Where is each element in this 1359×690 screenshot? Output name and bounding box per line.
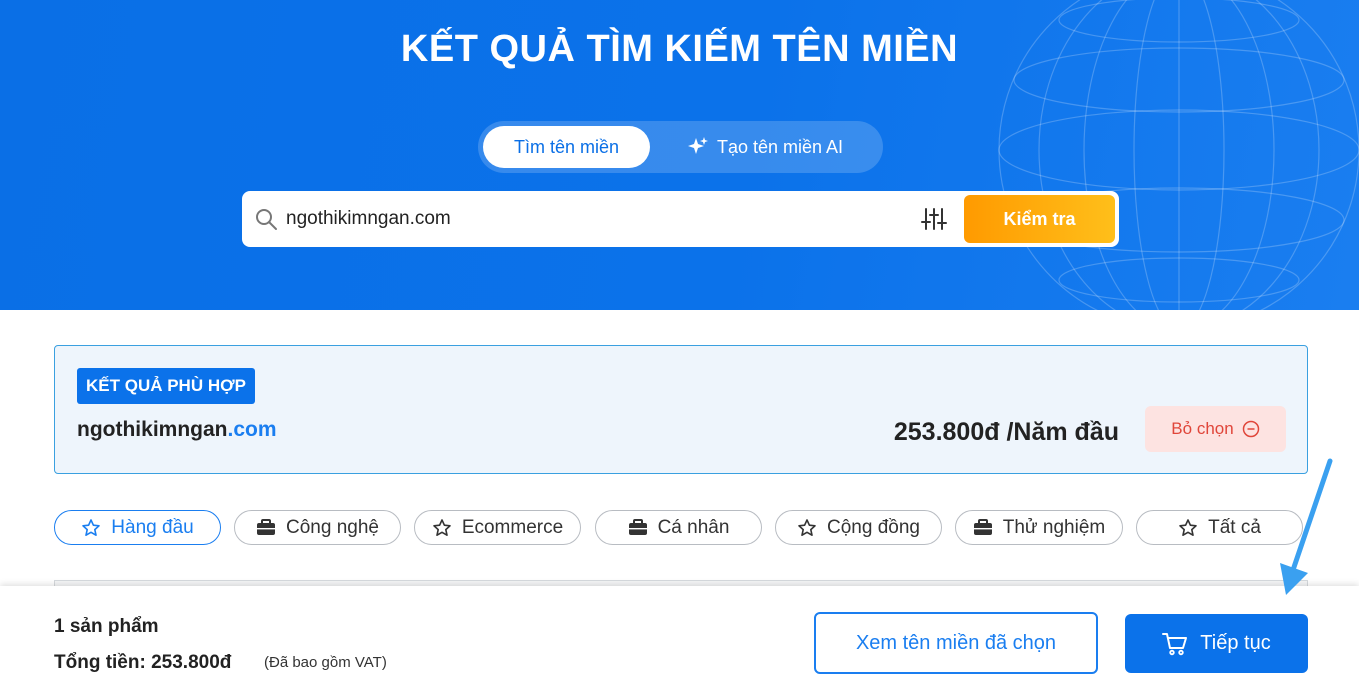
domain-tld: .com <box>227 418 277 441</box>
view-selected-button[interactable]: Xem tên miền đã chọn <box>814 612 1098 674</box>
vat-note: (Đã bao gồm VAT) <box>264 654 387 671</box>
tab-ai-domain[interactable]: Tạo tên miền AI <box>660 126 870 168</box>
category-personal[interactable]: Cá nhân <box>595 510 762 545</box>
cart-count: 1 sản phẩm <box>54 616 159 637</box>
category-label: Ecommerce <box>461 516 564 538</box>
cart-icon <box>1162 632 1188 655</box>
deselect-label: Bỏ chọn <box>1171 419 1234 438</box>
category-label: Cá nhân <box>657 516 730 538</box>
category-technology[interactable]: Công nghệ <box>234 510 401 545</box>
category-experimental[interactable]: Thử nghiệm <box>955 510 1123 545</box>
category-label: Cộng đồng <box>827 516 920 538</box>
cart-total: Tổng tiền: 253.800đ <box>54 652 232 673</box>
category-label: Công nghệ <box>286 516 379 538</box>
search-input[interactable] <box>286 201 906 237</box>
search-bar: Kiểm tra <box>242 191 1119 247</box>
star-icon <box>798 518 816 536</box>
tab-ai-label: Tạo tên miền AI <box>716 136 844 157</box>
briefcase-icon <box>973 518 992 535</box>
annotation-arrow-icon <box>1280 458 1333 595</box>
star-icon <box>433 518 451 536</box>
briefcase-icon <box>257 518 276 535</box>
continue-button[interactable]: Tiếp tục <box>1125 614 1308 673</box>
result-domain: ngothikimngan.com <box>77 418 277 442</box>
category-label: Tất cả <box>1208 516 1261 538</box>
sparkle-icon <box>687 137 708 154</box>
star-icon <box>1179 518 1197 536</box>
briefcase-icon <box>628 518 647 535</box>
search-icon <box>256 209 277 230</box>
category-label: Hàng đầu <box>111 516 194 538</box>
star-icon <box>82 518 101 536</box>
category-top[interactable]: Hàng đầu <box>54 510 221 545</box>
tab-search-domain[interactable]: Tìm tên miền <box>483 126 650 168</box>
continue-label: Tiếp tục <box>1200 632 1271 654</box>
category-ecommerce[interactable]: Ecommerce <box>414 510 581 545</box>
minus-circle-icon <box>1242 420 1259 438</box>
result-badge: KẾT QUẢ PHÙ HỢP <box>77 368 255 404</box>
deselect-button[interactable]: Bỏ chọn <box>1145 406 1286 452</box>
sliders-icon[interactable] <box>921 207 947 231</box>
page-title: KẾT QUẢ TÌM KIẾM TÊN MIỀN <box>400 28 959 70</box>
category-label: Thử nghiệm <box>1002 516 1106 538</box>
check-button[interactable]: Kiểm tra <box>964 195 1115 243</box>
category-community[interactable]: Cộng đồng <box>775 510 942 545</box>
category-filter-row: Hàng đầu Công nghệ Ecommerce Cá nhân Cộn… <box>54 510 1308 546</box>
hero-banner: KẾT QUẢ TÌM KIẾM TÊN MIỀN Tìm tên miền T… <box>0 0 1359 310</box>
search-mode-switch: Tìm tên miền Tạo tên miền AI <box>478 121 883 173</box>
matching-result-card: KẾT QUẢ PHÙ HỢP ngothikimngan.com 253.80… <box>54 345 1308 474</box>
result-price: 253.800đ /Năm đầu <box>893 418 1119 446</box>
cart-footer: 1 sản phẩm Tổng tiền: 253.800đ (Đã bao g… <box>0 586 1359 690</box>
domain-base: ngothikimngan <box>77 418 228 441</box>
